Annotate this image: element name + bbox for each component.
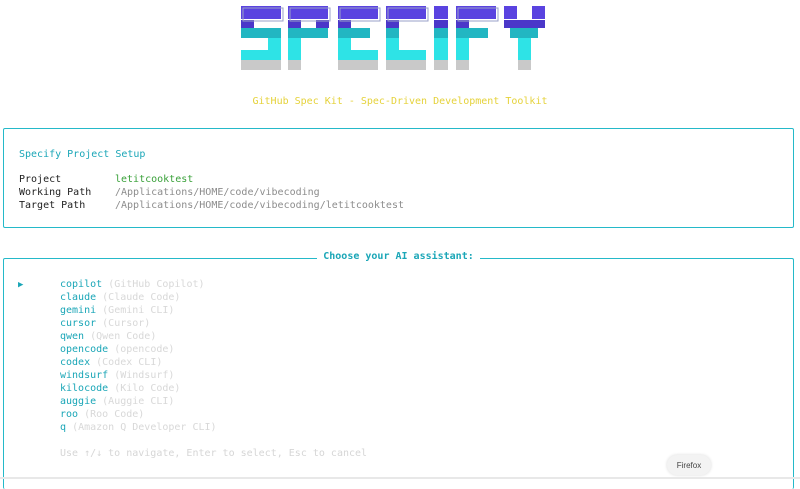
option-key: kilocode: [60, 383, 109, 394]
option-opencode[interactable]: opencode (opencode): [60, 344, 174, 357]
project-row: Project letitcooktest: [19, 174, 193, 187]
option-qwen[interactable]: qwen (Qwen Code): [60, 331, 156, 344]
working-path-row: Working Path /Applications/HOME/code/vib…: [19, 187, 320, 200]
specify-banner: [0, 0, 800, 80]
option-desc: (Kilo Code): [114, 383, 181, 394]
option-key: windsurf: [60, 370, 109, 381]
option-key: gemini: [60, 305, 97, 316]
option-windsurf[interactable]: windsurf (Windsurf): [60, 370, 174, 383]
option-desc: (Claude Code): [102, 292, 181, 303]
option-gemini[interactable]: gemini (Gemini CLI): [60, 305, 174, 318]
option-key: auggie: [60, 396, 97, 407]
option-key: opencode: [60, 344, 109, 355]
option-roo[interactable]: roo (Roo Code): [60, 409, 144, 422]
option-desc: (Windsurf): [114, 370, 175, 381]
selection-pointer-icon: ▶: [18, 280, 24, 290]
setup-title: Specify Project Setup: [19, 149, 146, 160]
option-key: roo: [60, 409, 79, 420]
firefox-badge[interactable]: Firefox: [667, 455, 711, 475]
option-key: claude: [60, 292, 97, 303]
navigation-hint: Use ↑/↓ to navigate, Enter to select, Es…: [60, 448, 368, 459]
option-desc: (Auggie CLI): [102, 396, 175, 407]
option-key: copilot: [60, 279, 103, 290]
working-path-label: Working Path: [19, 187, 92, 198]
option-key: q: [60, 422, 67, 433]
option-key: cursor: [60, 318, 97, 329]
option-desc: (Gemini CLI): [102, 305, 175, 316]
option-desc: (Roo Code): [84, 409, 145, 420]
option-claude[interactable]: claude (Claude Code): [60, 292, 180, 305]
option-kilocode[interactable]: kilocode (Kilo Code): [60, 383, 180, 396]
option-key: codex: [60, 357, 91, 368]
specify-logo: [241, 6, 545, 70]
option-key: qwen: [60, 331, 85, 342]
target-path-row: Target Path /Applications/HOME/code/vibe…: [19, 200, 404, 213]
project-setup-panel: Specify Project Setup Project letitcookt…: [3, 128, 794, 228]
option-cursor[interactable]: cursor (Cursor): [60, 318, 150, 331]
project-value: letitcooktest: [115, 174, 194, 185]
option-auggie[interactable]: auggie (Auggie CLI): [60, 396, 174, 409]
option-q[interactable]: q (Amazon Q Developer CLI): [60, 422, 217, 435]
chooser-title: Choose your AI assistant:: [317, 251, 480, 262]
project-label: Project: [19, 174, 62, 185]
option-desc: (Qwen Code): [90, 331, 157, 342]
option-desc: (opencode): [114, 344, 175, 355]
option-codex[interactable]: codex (Codex CLI): [60, 357, 162, 370]
target-path-label: Target Path: [19, 200, 86, 211]
option-desc: (Cursor): [102, 318, 151, 329]
option-desc: (Codex CLI): [96, 357, 163, 368]
target-path-value: /Applications/HOME/code/vibecoding/letit…: [115, 200, 404, 211]
working-path-value: /Applications/HOME/code/vibecoding: [115, 187, 320, 198]
option-copilot[interactable]: copilot (GitHub Copilot): [60, 279, 205, 292]
option-desc: (Amazon Q Developer CLI): [72, 422, 217, 433]
tagline: GitHub Spec Kit - Spec-Driven Developmen…: [252, 96, 548, 107]
option-desc: (GitHub Copilot): [108, 279, 205, 290]
